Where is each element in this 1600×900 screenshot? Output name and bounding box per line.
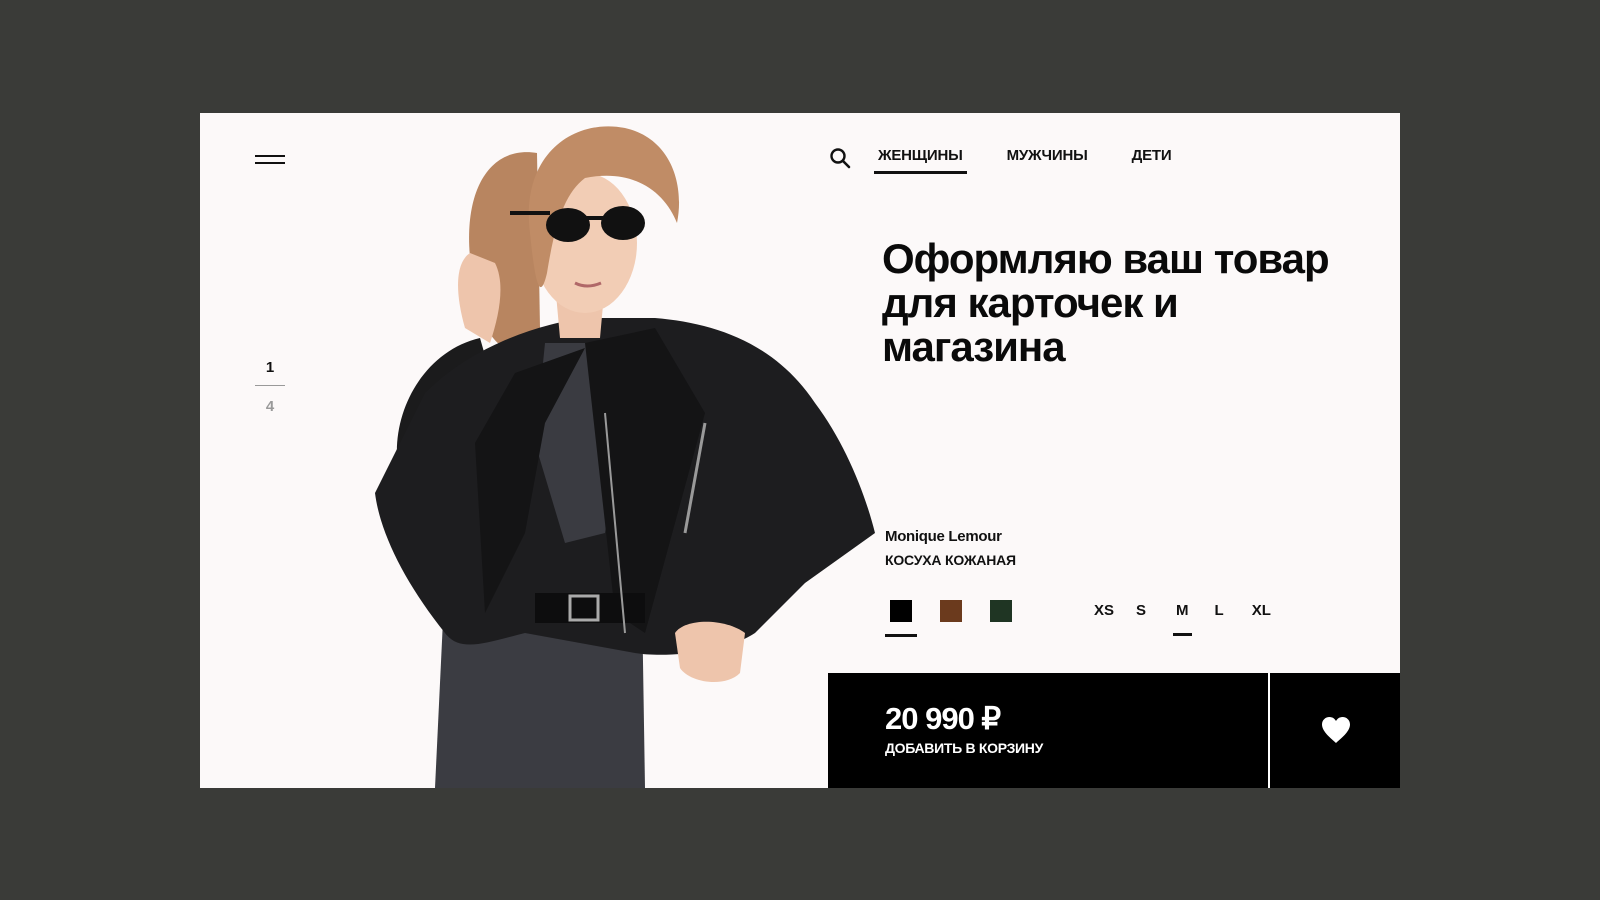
color-swatch-black[interactable] <box>885 600 917 640</box>
swatch-fill <box>990 600 1012 622</box>
product-name: КОСУХА КОЖАНАЯ <box>885 552 1016 568</box>
product-brand: Monique Lemour <box>885 528 1002 545</box>
add-to-cart-button[interactable]: 20 990 ₽ ДОБАВИТЬ В КОРЗИНУ <box>828 673 1268 788</box>
size-xs[interactable]: XS <box>1085 600 1123 638</box>
pager-divider <box>255 385 285 386</box>
size-xl[interactable]: XL <box>1243 600 1280 638</box>
product-price: 20 990 ₽ <box>885 701 1001 736</box>
search-icon[interactable] <box>828 146 852 170</box>
swatch-fill <box>890 600 912 622</box>
size-m[interactable]: M <box>1167 600 1198 638</box>
nav-kids[interactable]: ДЕТИ <box>1128 143 1176 174</box>
nav-women[interactable]: ЖЕНЩИНЫ <box>874 143 967 174</box>
menu-icon[interactable] <box>255 155 285 167</box>
color-swatch-brown[interactable] <box>935 600 967 640</box>
pager-total: 4 <box>265 398 275 415</box>
heart-icon <box>1322 717 1350 743</box>
product-card: 1 4 ЖЕНЩИНЫ МУЖЧИНЫ ДЕТИ Оформляю ваш то… <box>200 113 1400 788</box>
color-options <box>885 600 1035 640</box>
nav-men[interactable]: МУЖЧИНЫ <box>1003 143 1092 174</box>
size-l[interactable]: L <box>1206 600 1233 638</box>
swatch-fill <box>940 600 962 622</box>
slide-pager: 1 4 <box>255 357 285 418</box>
pager-current: 1 <box>265 359 275 376</box>
color-swatch-green[interactable] <box>985 600 1017 640</box>
hero-headline: Оформляю ваш товар для карточек и магази… <box>882 235 1330 370</box>
size-options: XS S M L XL <box>1085 600 1284 638</box>
favorite-button[interactable] <box>1270 673 1400 788</box>
category-nav: ЖЕНЩИНЫ МУЖЧИНЫ ДЕТИ <box>828 143 1211 183</box>
add-to-cart-label: ДОБАВИТЬ В КОРЗИНУ <box>885 740 1044 756</box>
size-s[interactable]: S <box>1127 600 1155 638</box>
purchase-bar: 20 990 ₽ ДОБАВИТЬ В КОРЗИНУ <box>828 673 1400 788</box>
